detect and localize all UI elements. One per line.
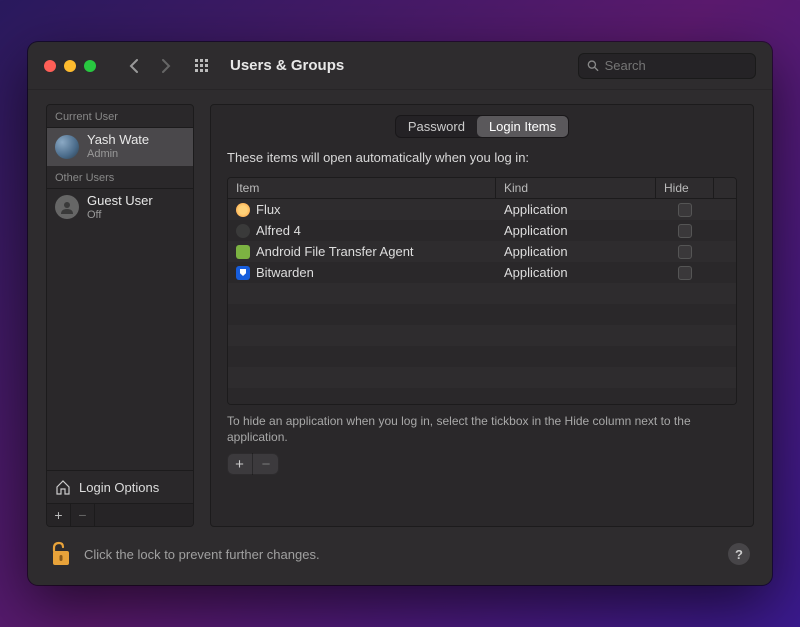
back-button[interactable]: [122, 54, 146, 78]
table-row[interactable]: Flux Application: [228, 199, 736, 220]
cell-hide: [656, 203, 714, 217]
table-row-empty: [228, 325, 736, 346]
add-login-item-button[interactable]: +: [227, 453, 253, 475]
window-title: Users & Groups: [230, 57, 344, 74]
lock-text: Click the lock to prevent further change…: [84, 547, 716, 562]
login-options-label: Login Options: [79, 480, 159, 495]
minimize-window-button[interactable]: [64, 60, 76, 72]
hide-checkbox[interactable]: [678, 224, 692, 238]
table-row[interactable]: Bitwarden Application: [228, 262, 736, 283]
cell-kind: Application: [496, 244, 656, 259]
house-icon: [55, 479, 71, 495]
users-sidebar: Current User Yash Wate Admin Other Users…: [46, 104, 194, 527]
hide-checkbox[interactable]: [678, 266, 692, 280]
sidebar-footer: + −: [47, 503, 193, 526]
remove-login-item-button[interactable]: −: [253, 453, 279, 475]
sidebar-user-guest[interactable]: Guest User Off: [47, 189, 193, 227]
show-all-button[interactable]: [190, 54, 214, 78]
avatar: [55, 195, 79, 219]
person-icon: [60, 200, 74, 214]
table-row-empty: [228, 388, 736, 404]
preferences-window: Users & Groups Current User Yash Wate Ad…: [28, 42, 772, 585]
grid-icon: [194, 58, 210, 74]
col-spacer: [714, 185, 736, 191]
bitwarden-icon: [236, 266, 250, 280]
lock-bar: Click the lock to prevent further change…: [46, 527, 754, 575]
login-options-button[interactable]: Login Options: [47, 470, 193, 503]
table-row[interactable]: Alfred 4 Application: [228, 220, 736, 241]
close-window-button[interactable]: [44, 60, 56, 72]
other-users-header: Other Users: [47, 166, 193, 189]
window-controls: [44, 60, 96, 72]
content: Current User Yash Wate Admin Other Users…: [28, 90, 772, 585]
login-items-description: These items will open automatically when…: [227, 150, 737, 165]
table-row-empty: [228, 304, 736, 325]
col-item[interactable]: Item: [228, 178, 496, 198]
add-remove-login-item: + −: [227, 453, 279, 475]
flux-icon: [236, 203, 250, 217]
table-header: Item Kind Hide: [228, 178, 736, 199]
cell-hide: [656, 224, 714, 238]
tabbar: Password Login Items: [211, 105, 753, 144]
table-row[interactable]: Android File Transfer Agent Application: [228, 241, 736, 262]
alfred-icon: [236, 224, 250, 238]
search-field[interactable]: [578, 53, 756, 79]
chevron-right-icon: [161, 59, 171, 73]
cell-item: Bitwarden: [228, 265, 496, 280]
table-row-empty: [228, 346, 736, 367]
cell-kind: Application: [496, 202, 656, 217]
search-input[interactable]: [605, 58, 747, 73]
item-name: Android File Transfer Agent: [256, 244, 414, 259]
zoom-window-button[interactable]: [84, 60, 96, 72]
user-name: Yash Wate: [87, 133, 149, 148]
help-button[interactable]: ?: [728, 543, 750, 565]
forward-button[interactable]: [154, 54, 178, 78]
add-user-button[interactable]: +: [47, 504, 71, 526]
toolbar: Users & Groups: [28, 42, 772, 90]
cell-item: Android File Transfer Agent: [228, 244, 496, 259]
hide-checkbox[interactable]: [678, 245, 692, 259]
cell-kind: Application: [496, 265, 656, 280]
item-name: Flux: [256, 202, 281, 217]
cell-hide: [656, 245, 714, 259]
unlocked-lock-icon: [50, 541, 72, 567]
tab-login-items[interactable]: Login Items: [477, 116, 568, 137]
sidebar-user-current[interactable]: Yash Wate Admin: [47, 128, 193, 166]
search-icon: [587, 59, 599, 72]
user-name: Guest User: [87, 194, 153, 209]
cell-item: Flux: [228, 202, 496, 217]
android-icon: [236, 245, 250, 259]
detail-pane: Password Login Items These items will op…: [210, 104, 754, 527]
table-row-empty: [228, 367, 736, 388]
user-role: Off: [87, 209, 153, 222]
cell-hide: [656, 266, 714, 280]
lock-button[interactable]: [50, 541, 72, 567]
user-role: Admin: [87, 148, 149, 161]
hide-hint: To hide an application when you log in, …: [227, 413, 737, 445]
chevron-left-icon: [129, 59, 139, 73]
cell-item: Alfred 4: [228, 223, 496, 238]
current-user-header: Current User: [47, 105, 193, 128]
avatar: [55, 135, 79, 159]
item-name: Bitwarden: [256, 265, 314, 280]
remove-user-button[interactable]: −: [71, 504, 95, 526]
item-name: Alfred 4: [256, 223, 301, 238]
cell-kind: Application: [496, 223, 656, 238]
col-hide[interactable]: Hide: [656, 178, 714, 198]
col-kind[interactable]: Kind: [496, 178, 656, 198]
hide-checkbox[interactable]: [678, 203, 692, 217]
tab-password[interactable]: Password: [396, 116, 477, 137]
table-row-empty: [228, 283, 736, 304]
login-items-table: Item Kind Hide Flux Application Alfred 4 Ap…: [227, 177, 737, 405]
